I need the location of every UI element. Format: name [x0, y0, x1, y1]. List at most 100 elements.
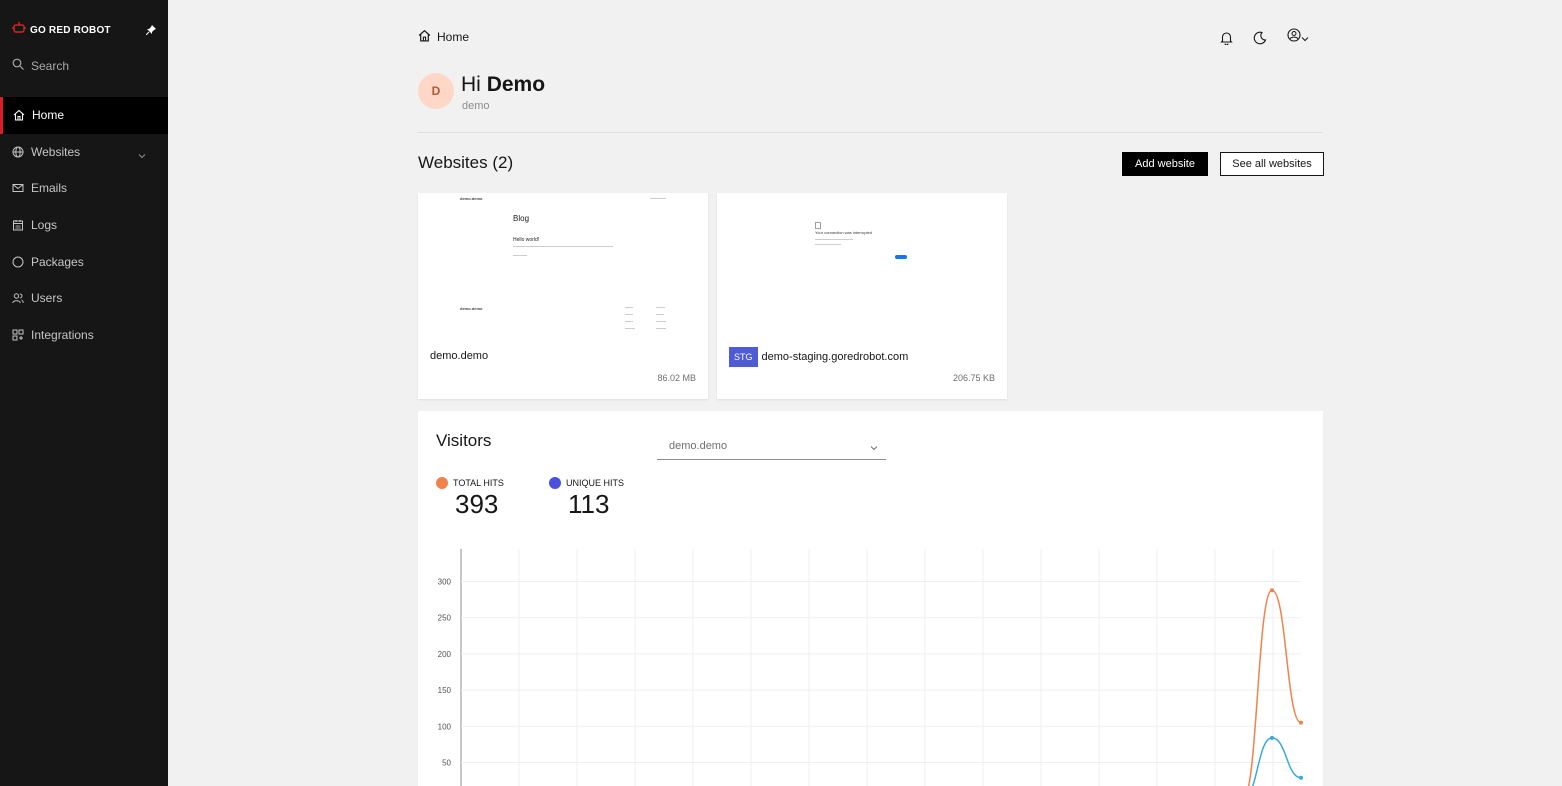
- bell-icon[interactable]: [1220, 31, 1233, 45]
- thumbnail-text-line: [815, 244, 841, 245]
- thumbnail-heading: Your connection was interrupted: [815, 230, 872, 235]
- sidebar-item-websites[interactable]: Websites: [0, 134, 168, 171]
- sidebar-item-users[interactable]: Users: [0, 280, 168, 317]
- thumbnail-footer-link: [625, 307, 633, 308]
- sidebar-item-label: Packages: [31, 254, 84, 269]
- sidebar-item-label: Integrations: [31, 327, 94, 342]
- website-name-text: demo.demo: [430, 350, 489, 362]
- sidebar-item-logs[interactable]: Logs: [0, 207, 168, 244]
- selected-website: demo.demo: [669, 440, 728, 452]
- chevron-down-icon[interactable]: [138, 148, 146, 162]
- pin-icon[interactable]: [146, 25, 156, 35]
- sidebar: GO RED ROBOT Search Home Websites Emails…: [0, 0, 168, 786]
- thumbnail-text-line: [513, 246, 613, 247]
- unique-hits-metric: UNIQUE HITS 113: [549, 477, 624, 519]
- thumbnail-footer-link: [656, 321, 666, 322]
- sidebar-item-emails[interactable]: Emails: [0, 170, 168, 207]
- thumbnail-footer-site: demo.demo: [460, 306, 483, 311]
- home-icon: [13, 109, 25, 121]
- robot-icon: [12, 21, 26, 39]
- website-card[interactable]: demo.demo Blog Hello world! demo.demo de…: [418, 193, 708, 399]
- sidebar-item-label: Home: [32, 108, 65, 123]
- thumbnail-nav: [650, 198, 666, 199]
- metric-label: UNIQUE HITS: [549, 477, 624, 489]
- series-point: [1299, 775, 1303, 780]
- brand-name: GO RED ROBOT: [30, 24, 111, 36]
- website-name[interactable]: demo.demo: [430, 350, 488, 362]
- globe-icon: [12, 146, 24, 158]
- moon-icon[interactable]: [1253, 31, 1267, 45]
- thumbnail-footer-link: [625, 321, 633, 322]
- divider: [418, 132, 1323, 133]
- metric-label-text: UNIQUE HITS: [566, 478, 625, 488]
- websites-title: Websites (2): [418, 153, 514, 172]
- sidebar-item-label: Websites: [31, 144, 81, 159]
- thumbnail-footer-link: [625, 328, 635, 329]
- website-thumbnail: demo.demo Blog Hello world! demo.demo: [418, 193, 708, 339]
- website-size: 206.75 KB: [952, 373, 995, 383]
- greeting-name: Demo: [486, 73, 546, 96]
- website-name-text: demo-staging.goredrobot.com: [761, 351, 909, 363]
- user-avatar-icon: [1287, 28, 1301, 47]
- chevron-down-icon: [1301, 29, 1309, 47]
- thumbnail-footer-link: [625, 314, 633, 315]
- avatar: D: [418, 73, 454, 109]
- header-actions: [1220, 28, 1309, 47]
- see-all-websites-button[interactable]: See all websites: [1220, 152, 1324, 176]
- username: demo: [462, 100, 490, 112]
- sidebar-item-label: Users: [31, 291, 63, 306]
- thumbnail-post-title: Hello world!: [513, 237, 540, 243]
- sidebar-item-home[interactable]: Home: [0, 97, 168, 134]
- sidebar-item-label: Logs: [31, 218, 58, 233]
- series-point: [1270, 588, 1274, 593]
- metric-label-text: TOTAL HITS: [453, 478, 504, 488]
- website-select[interactable]: demo.demo: [657, 433, 886, 460]
- thumbnail-button: [895, 255, 907, 259]
- y-tick-label: 150: [438, 686, 452, 695]
- users-icon: [12, 292, 24, 304]
- thumbnail-footer-link: [656, 307, 665, 308]
- home-icon: [418, 29, 431, 45]
- total-hits-dot: [436, 477, 448, 489]
- unique-hits-dot: [549, 477, 561, 489]
- metric-label: TOTAL HITS: [436, 477, 504, 489]
- thumbnail-site-name: demo.demo: [460, 196, 483, 201]
- series-point: [1270, 735, 1274, 740]
- sidebar-item-packages[interactable]: Packages: [0, 243, 168, 280]
- thumbnail-footer-link: [656, 314, 664, 315]
- mail-icon: [12, 182, 24, 194]
- visitors-panel: Visitors demo.demo TOTAL HITS 393 UNIQUE…: [418, 411, 1323, 786]
- thumbnail-text-line: [513, 255, 527, 256]
- breadcrumb[interactable]: Home: [418, 29, 469, 45]
- website-size: 86.02 MB: [657, 373, 696, 383]
- y-tick-label: 100: [438, 722, 452, 731]
- website-name[interactable]: STG demo-staging.goredrobot.com: [729, 347, 908, 367]
- chevron-down-icon: [870, 442, 878, 454]
- series-point: [1299, 720, 1303, 725]
- staging-badge: STG: [729, 347, 758, 367]
- website-card[interactable]: Your connection was interrupted STG demo…: [717, 193, 1007, 399]
- search-placeholder: Search: [31, 58, 70, 73]
- y-tick-label: 50: [442, 759, 451, 768]
- brand-logo[interactable]: GO RED ROBOT: [12, 21, 111, 39]
- greeting-title: Hi Demo: [461, 73, 545, 97]
- sidebar-item-integrations[interactable]: Integrations: [0, 317, 168, 354]
- greeting-hi: Hi: [461, 73, 481, 96]
- sidebar-header: GO RED ROBOT: [12, 22, 156, 38]
- sidebar-search[interactable]: Search: [12, 58, 69, 73]
- y-tick-label: 200: [438, 650, 452, 659]
- add-website-button[interactable]: Add website: [1122, 152, 1208, 176]
- package-icon: [12, 256, 24, 268]
- user-menu[interactable]: [1287, 28, 1309, 47]
- visitors-title: Visitors: [436, 431, 492, 450]
- metric-value: 113: [568, 489, 610, 519]
- total-hits-metric: TOTAL HITS 393: [436, 477, 504, 519]
- search-icon: [12, 58, 24, 73]
- y-tick-label: 300: [438, 578, 452, 587]
- series-line: [1247, 589, 1302, 786]
- sidebar-item-label: Emails: [31, 181, 68, 196]
- integrations-icon: [12, 329, 24, 341]
- website-thumbnail: Your connection was interrupted: [717, 193, 1007, 339]
- breadcrumb-label: Home: [437, 30, 470, 44]
- metric-value: 393: [455, 489, 499, 519]
